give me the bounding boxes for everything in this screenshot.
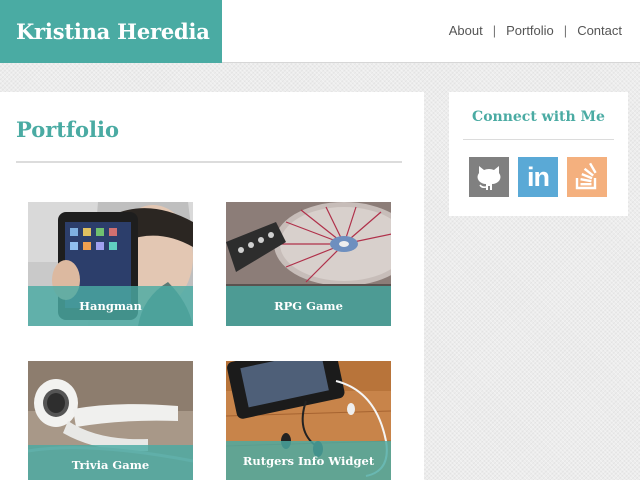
project-card-hangman[interactable]: Hangman: [28, 202, 193, 326]
project-label: Trivia Game: [28, 445, 193, 480]
nav-link-about[interactable]: About: [449, 23, 483, 38]
linkedin-link[interactable]: in: [518, 157, 558, 197]
nav-separator: |: [563, 22, 568, 38]
github-icon: [477, 166, 501, 190]
connect-panel: Connect with Me in: [449, 92, 628, 216]
project-label: Hangman: [28, 286, 193, 326]
github-link[interactable]: [469, 157, 509, 197]
top-bar: Kristina Heredia About | Portfolio | Con…: [0, 0, 640, 63]
stackoverflow-icon: [575, 162, 597, 190]
nav-separator: |: [492, 22, 497, 38]
linkedin-icon: in: [527, 161, 550, 192]
stackoverflow-link[interactable]: [567, 157, 607, 197]
project-card-rutgers-info-widget[interactable]: Rutgers Info Widget: [226, 361, 391, 480]
page-title: Portfolio: [16, 117, 120, 142]
project-card-trivia-game[interactable]: Trivia Game: [28, 361, 193, 480]
brand-logo[interactable]: Kristina Heredia: [0, 0, 222, 63]
nav-link-portfolio[interactable]: Portfolio: [506, 23, 554, 38]
nav-link-contact[interactable]: Contact: [577, 23, 622, 38]
project-label: RPG Game: [226, 286, 391, 326]
title-divider: [16, 161, 402, 163]
project-label: Rutgers Info Widget: [226, 441, 391, 480]
brand-name[interactable]: Kristina Heredia: [16, 19, 210, 44]
connect-divider: [463, 139, 614, 140]
connect-title: Connect with Me: [472, 109, 605, 125]
project-card-rpg-game[interactable]: RPG Game: [226, 202, 391, 326]
main-nav: About | Portfolio | Contact: [449, 0, 622, 60]
